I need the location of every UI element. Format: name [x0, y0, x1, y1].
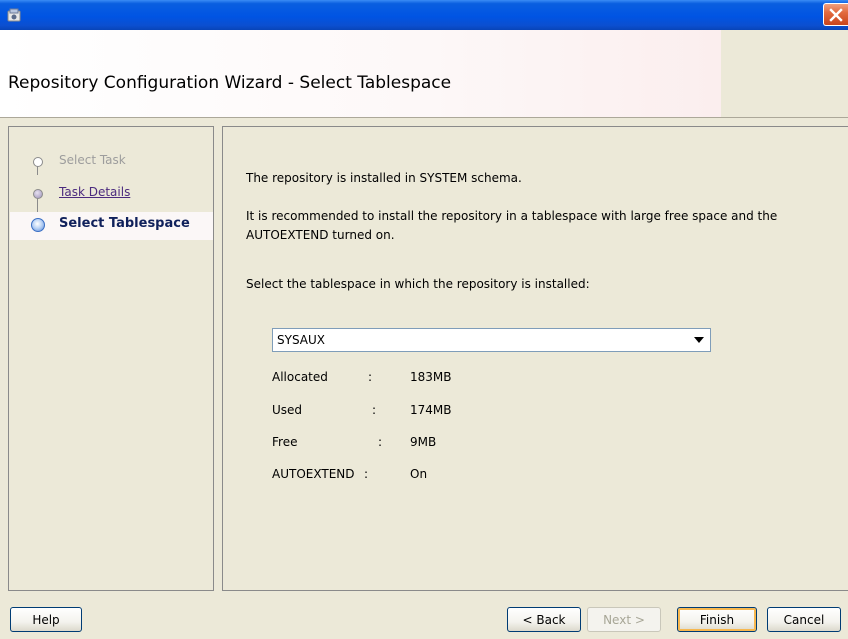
step-select-task: Select Task — [59, 153, 126, 167]
stat-used-sep: : — [372, 403, 377, 417]
stat-allocated-sep: : — [368, 370, 373, 384]
header-divider — [0, 117, 848, 118]
cancel-button[interactable]: Cancel — [767, 607, 841, 632]
next-button-label: Next > — [603, 612, 645, 627]
stat-allocated-value: 183MB — [410, 370, 452, 384]
page-title: Repository Configuration Wizard - Select… — [8, 73, 452, 93]
content-panel — [222, 126, 848, 591]
select-prompt: Select the tablespace in which the repos… — [246, 277, 590, 291]
intro-text: The repository is installed in SYSTEM sc… — [246, 171, 522, 185]
tablespace-select-value: SYSAUX — [277, 333, 325, 347]
window-title-bar[interactable] — [0, 0, 848, 30]
stat-autoextend-value: On — [410, 467, 428, 481]
stat-autoextend-label: AUTOEXTEND — [272, 467, 355, 481]
close-button[interactable] — [823, 3, 848, 26]
stat-free-value: 9MB — [410, 435, 437, 449]
step-task-details[interactable]: Task Details — [59, 185, 130, 199]
finish-button-label: Finish — [699, 612, 735, 627]
wizard-steps-panel: Select Task Task Details Select Tablespa… — [8, 126, 214, 591]
next-button[interactable]: Next > — [587, 607, 661, 632]
help-button-label: Help — [32, 612, 60, 627]
step-done-icon — [33, 157, 43, 167]
stat-free-sep: : — [378, 435, 383, 449]
step-current-icon — [31, 218, 45, 232]
oracle-app-icon — [7, 8, 21, 22]
finish-button[interactable]: Finish — [677, 607, 757, 632]
wizard-header: Repository Configuration Wizard - Select… — [0, 30, 848, 118]
recommend-text-line1: It is recommended to install the reposit… — [246, 209, 778, 223]
close-icon — [829, 8, 843, 22]
help-button[interactable]: Help — [10, 607, 82, 632]
back-button-label: < Back — [522, 612, 566, 627]
step-visited-icon — [33, 189, 43, 199]
back-button[interactable]: < Back — [507, 607, 581, 632]
tablespace-select[interactable]: SYSAUX — [272, 328, 711, 352]
recommend-text-line2: AUTOEXTEND turned on. — [246, 228, 395, 242]
stat-used-value: 174MB — [410, 403, 452, 417]
stat-free-label: Free — [272, 435, 298, 449]
chevron-down-icon — [694, 337, 704, 343]
cancel-button-label: Cancel — [783, 612, 825, 627]
stat-used-label: Used — [272, 403, 303, 417]
stat-allocated-label: Allocated — [272, 370, 328, 384]
stat-autoextend-sep: : — [364, 467, 369, 481]
step-select-tablespace: Select Tablespace — [59, 216, 190, 231]
